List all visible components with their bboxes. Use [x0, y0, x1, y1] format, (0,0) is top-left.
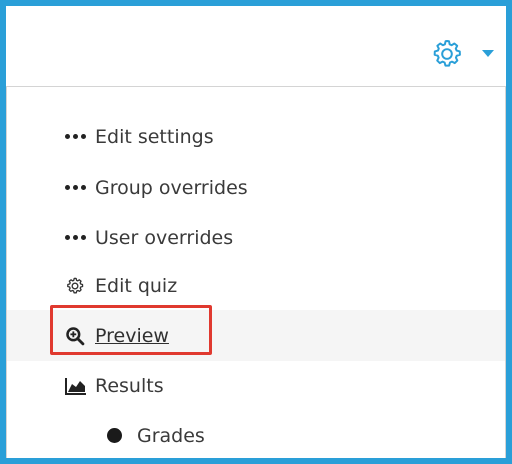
gear-icon: [65, 276, 95, 296]
menu-item-results[interactable]: Results: [7, 360, 505, 411]
menu-item-label: Group overrides: [95, 176, 248, 199]
menu-item-label: Edit settings: [95, 125, 214, 148]
menu-item-user-overrides[interactable]: User overrides: [7, 212, 505, 263]
menu-item-label: Edit quiz: [95, 274, 178, 297]
menu-item-edit-settings[interactable]: Edit settings: [7, 111, 505, 162]
caret-down-icon: [482, 50, 494, 58]
ellipsis-icon: [65, 185, 95, 190]
gear-icon: [430, 37, 464, 71]
menu-item-edit-quiz[interactable]: Edit quiz: [7, 260, 505, 311]
ellipsis-icon: [65, 134, 95, 139]
bullet-icon: [107, 428, 137, 443]
menu-item-grades[interactable]: Grades: [7, 410, 505, 458]
header-bar: [6, 6, 506, 92]
menu-item-preview[interactable]: Preview: [7, 310, 505, 361]
settings-panel: Edit settings Group overrides User overr…: [0, 0, 512, 464]
menu-item-label: User overrides: [95, 226, 234, 249]
menu-item-label: Grades: [137, 424, 205, 447]
ellipsis-icon: [65, 235, 95, 240]
zoom-in-icon: [65, 326, 95, 346]
menu-item-label: Preview: [95, 324, 169, 347]
menu-item-group-overrides[interactable]: Group overrides: [7, 162, 505, 213]
settings-menu-toggle[interactable]: [430, 36, 494, 72]
menu-item-label: Results: [95, 374, 164, 397]
area-chart-icon: [65, 377, 95, 395]
settings-dropdown-menu: Edit settings Group overrides User overr…: [6, 86, 506, 458]
